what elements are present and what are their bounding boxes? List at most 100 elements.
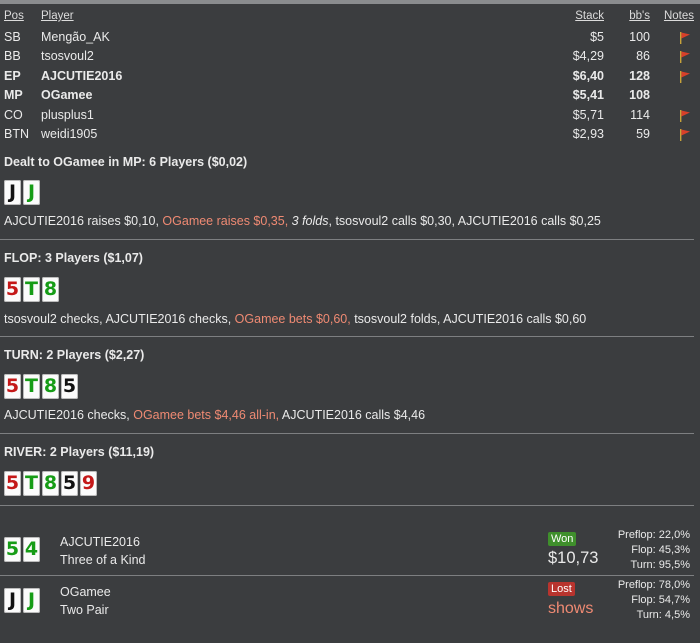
player-bbs: 59 <box>636 127 650 141</box>
playing-card: 8 <box>42 374 59 399</box>
player-bbs: 86 <box>636 49 650 63</box>
divider <box>0 505 694 506</box>
preflop-actions: AJCUTIE2016 raises $0,10, OGamee raises … <box>4 214 601 228</box>
player-stack: $4,29 <box>572 49 604 63</box>
flop-cards: 5T8 <box>4 277 59 302</box>
note-flag-icon[interactable] <box>678 109 692 123</box>
player-row: BB tsosvoul2 $4,29 86 <box>0 47 700 67</box>
hero-action: OGamee bets $4,46 all-in, <box>133 408 280 422</box>
playing-card: J <box>23 588 40 613</box>
header-stack[interactable]: Stack <box>575 10 604 22</box>
playing-card: 5 <box>4 537 21 562</box>
player-stack: $5,71 <box>572 107 604 122</box>
players-table-header: Pos Player Stack bb's Notes <box>0 8 700 28</box>
playing-card: 8 <box>42 471 59 496</box>
header-player[interactable]: Player <box>41 10 74 22</box>
showdown-player-name: OGamee <box>60 585 111 599</box>
player-name[interactable]: Mengão_AK <box>41 30 110 44</box>
player-bbs: 108 <box>629 88 650 102</box>
player-name[interactable]: AJCUTIE2016 <box>41 69 122 83</box>
showdown-cards-1: 54 <box>4 537 40 562</box>
note-flag-icon[interactable] <box>678 128 692 142</box>
turn-cards: 5T85 <box>4 374 78 399</box>
action-text: tsosvoul2 checks, AJCUTIE2016 checks, <box>4 312 235 326</box>
folds-text: 3 folds <box>291 214 329 228</box>
player-stack: $5 <box>590 29 604 44</box>
player-stack: $5,41 <box>572 88 604 102</box>
playing-card: 5 <box>4 277 21 302</box>
showdown-player-name: AJCUTIE2016 <box>60 535 140 549</box>
playing-card: T <box>23 277 40 302</box>
playing-card: J <box>4 180 21 205</box>
preflop-title: Dealt to OGamee in MP: 6 Players ($0,02) <box>4 155 248 169</box>
player-stack: $2,93 <box>572 127 604 141</box>
divider <box>0 336 694 337</box>
playing-card: 5 <box>4 374 21 399</box>
equity-label: Preflop: <box>617 529 656 541</box>
player-row: CO plusplus1 $5,71 114 <box>0 106 700 126</box>
action-text: AJCUTIE2016 checks, <box>4 408 134 422</box>
divider <box>0 433 694 434</box>
player-position: EP <box>4 68 21 83</box>
playing-card: 4 <box>23 537 40 562</box>
showdown-hand-rank: Two Pair <box>60 603 109 617</box>
note-flag-icon[interactable] <box>678 70 692 84</box>
equity-value: 45,3% <box>658 544 690 556</box>
player-row: SB Mengão_AK $5 100 <box>0 28 700 48</box>
note-flag-icon[interactable] <box>678 31 692 45</box>
river-cards: 5T859 <box>4 471 97 496</box>
showdown-cards-2: JJ <box>4 588 40 613</box>
header-notes[interactable]: Notes <box>664 10 694 22</box>
divider <box>0 575 694 576</box>
showdown-hand-rank: Three of a Kind <box>60 553 146 567</box>
equity-label: Turn: <box>630 559 656 571</box>
action-text: AJCUTIE2016 calls $4,46 <box>279 408 426 422</box>
river-title: RIVER: 2 Players ($11,19) <box>4 445 155 459</box>
action-text: AJCUTIE2016 raises $0,10, <box>4 214 163 228</box>
players-table: Pos Player Stack bb's Notes SB Mengão_AK $… <box>0 8 700 145</box>
equity-value: 22,0% <box>658 529 690 541</box>
equity-label: Preflop: <box>617 579 656 591</box>
equity-value: 4,5% <box>664 609 690 621</box>
playing-card: J <box>23 180 40 205</box>
player-name[interactable]: plusplus1 <box>41 108 94 122</box>
player-position: SB <box>4 29 21 44</box>
lost-badge: Lost <box>548 582 575 596</box>
turn-actions: AJCUTIE2016 checks, OGamee bets $4,46 al… <box>4 408 425 422</box>
flop-actions: tsosvoul2 checks, AJCUTIE2016 checks, OG… <box>4 312 586 326</box>
hero-action: OGamee bets $0,60, <box>234 312 351 326</box>
playing-card: 5 <box>4 471 21 496</box>
header-bbs[interactable]: bb's <box>629 10 650 22</box>
equity-value: 54,7% <box>658 594 690 606</box>
player-name[interactable]: OGamee <box>41 88 92 102</box>
player-position: BB <box>4 49 21 63</box>
turn-title: TURN: 2 Players ($2,27) <box>4 348 145 362</box>
player-row: MP OGamee $5,41 108 <box>0 86 700 106</box>
player-name[interactable]: tsosvoul2 <box>41 49 94 63</box>
playing-card: J <box>4 588 21 613</box>
equity-label: Turn: <box>636 609 662 621</box>
player-row: BTN weidi1905 $2,93 59 <box>0 125 700 145</box>
playing-card: T <box>23 374 40 399</box>
player-position: MP <box>4 88 23 102</box>
player-bbs: 100 <box>629 29 650 44</box>
action-text: tsosvoul2 folds, AJCUTIE2016 calls $0,60 <box>350 312 587 326</box>
playing-card: 5 <box>61 471 78 496</box>
playing-card: 5 <box>61 374 78 399</box>
player-name[interactable]: weidi1905 <box>41 127 97 141</box>
player-bbs: 128 <box>629 68 650 83</box>
equity-label: Flop: <box>631 544 656 556</box>
action-text: , tsosvoul2 calls $0,30, AJCUTIE2016 cal… <box>328 214 601 228</box>
header-pos[interactable]: Pos <box>4 10 24 22</box>
equity-1: Preflop: 22,0% Flop: 45,3% Turn: 95,5% <box>580 529 690 574</box>
playing-card: T <box>23 471 40 496</box>
playing-card: 8 <box>42 277 59 302</box>
equity-label: Flop: <box>631 594 656 606</box>
equity-value: 78,0% <box>658 579 690 591</box>
playing-card: 9 <box>80 471 97 496</box>
player-stack: $6,40 <box>572 68 604 83</box>
note-flag-icon[interactable] <box>678 50 692 64</box>
equity-2: Preflop: 78,0% Flop: 54,7% Turn: 4,5% <box>580 579 690 624</box>
flop-title: FLOP: 3 Players ($1,07) <box>4 251 143 265</box>
hero-action: OGamee raises $0,35, <box>162 214 292 228</box>
